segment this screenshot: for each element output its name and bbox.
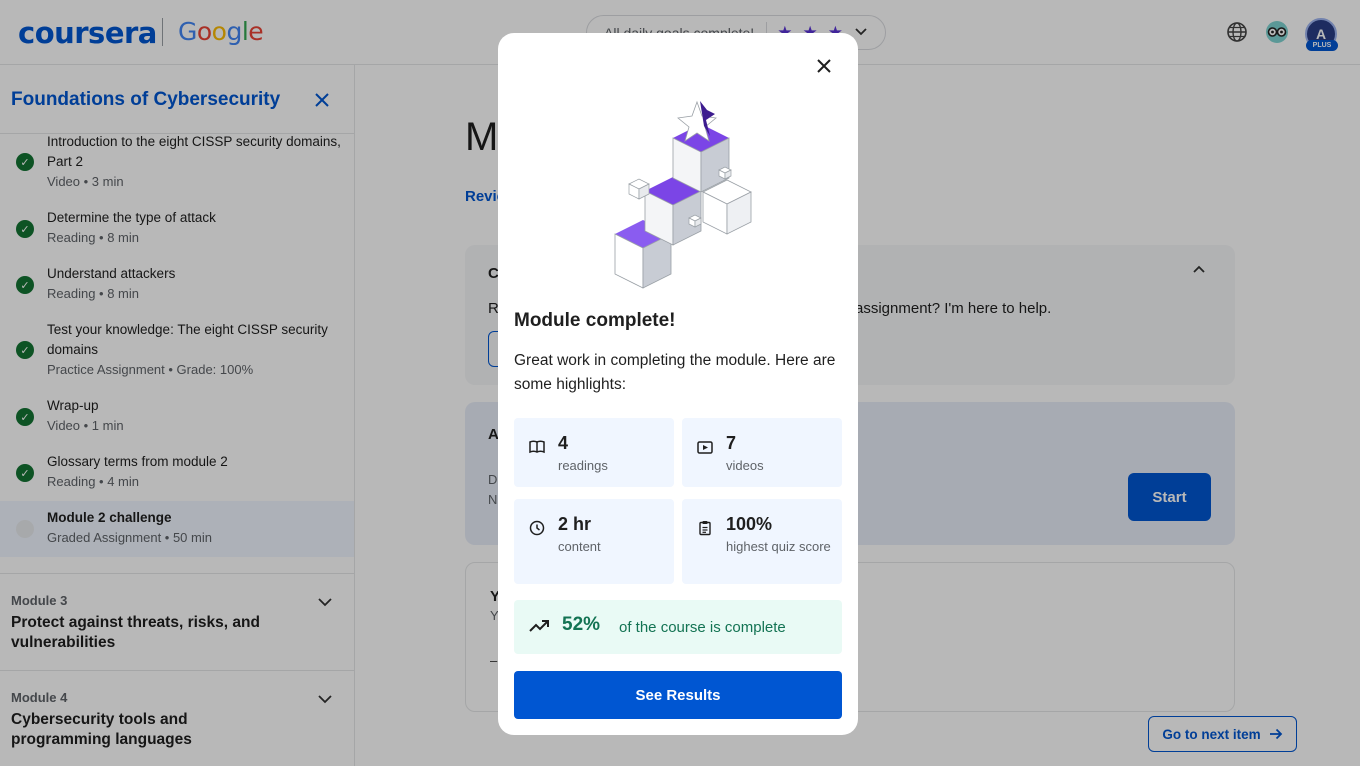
course-progress-banner: 52% of the course is complete bbox=[514, 600, 842, 654]
modal-description: Great work in completing the module. Her… bbox=[514, 352, 836, 393]
stat-label: videos bbox=[726, 458, 764, 473]
module-complete-dialog: Module complete! Great work in completin… bbox=[498, 33, 858, 735]
stat-card-videos: 7 videos bbox=[682, 418, 842, 487]
progress-text: of the course is complete bbox=[619, 619, 786, 636]
video-icon bbox=[697, 441, 713, 454]
progress-percent: 52% bbox=[562, 614, 601, 635]
stat-value: 7 bbox=[726, 433, 737, 453]
clock-icon bbox=[529, 520, 545, 536]
see-results-button[interactable]: See Results bbox=[514, 671, 842, 719]
stat-value: 2 hr bbox=[558, 514, 592, 534]
close-icon[interactable] bbox=[813, 55, 835, 77]
stat-value: 100% bbox=[726, 514, 773, 534]
stat-card-readings: 4 readings bbox=[514, 418, 674, 487]
stat-label: highest quiz score bbox=[726, 539, 831, 554]
clipboard-icon bbox=[699, 521, 711, 536]
trending-up-icon bbox=[529, 620, 549, 632]
stat-label: content bbox=[558, 539, 601, 554]
modal-title: Module complete! bbox=[514, 310, 676, 331]
stat-card-content: 2 hr content bbox=[514, 499, 674, 584]
stacked-cubes-illustration bbox=[614, 100, 752, 289]
stat-label: readings bbox=[558, 458, 608, 473]
book-icon bbox=[529, 440, 545, 454]
stat-card-quiz-score: 100% highest quiz score bbox=[682, 499, 842, 584]
stat-value: 4 bbox=[558, 433, 569, 453]
